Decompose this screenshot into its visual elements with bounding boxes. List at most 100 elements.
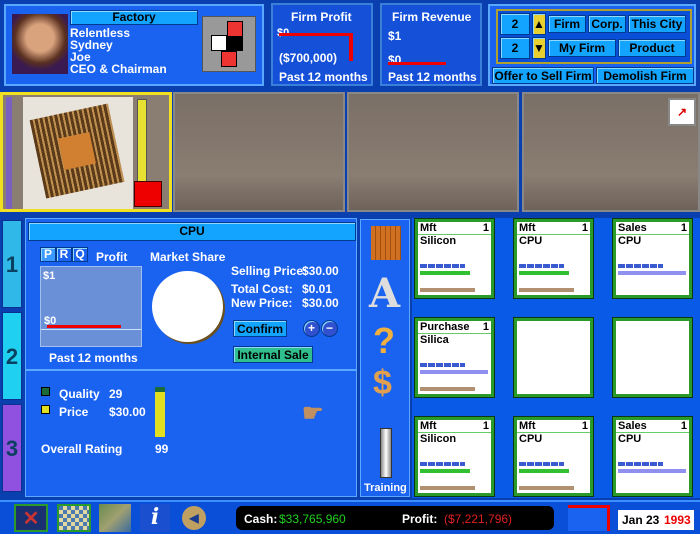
date-display[interactable]: Jan 23 1993: [618, 510, 694, 530]
hand-pointer-icon: ☛: [302, 400, 324, 427]
unit-product: CPU: [519, 235, 543, 247]
dollar-icon[interactable]: $: [373, 364, 392, 403]
unit-level: 1: [482, 222, 489, 234]
firm-revenue-panel[interactable]: Firm Revenue $1 $0 Past 12 months: [380, 3, 482, 86]
unit-stock-bar: [420, 462, 465, 466]
profit-chart-title: Profit: [96, 250, 128, 264]
firm-profit-period: Past 12 months: [279, 70, 368, 84]
unit-cell[interactable]: Mft 1 Silicon: [414, 218, 495, 299]
info-icon[interactable]: i: [140, 504, 170, 532]
manager-portrait[interactable]: [12, 14, 68, 74]
profit-chart: $1 $0: [40, 266, 142, 347]
cash-value: $33,765,960: [279, 512, 346, 526]
unit-cell[interactable]: Purchase 1 Silica: [414, 317, 495, 398]
firm-info-panel: Factory Relentless Sydney Joe CEO & Chai…: [4, 4, 264, 86]
help-icon[interactable]: ?: [373, 320, 395, 362]
corp-button[interactable]: Corp.: [588, 15, 626, 33]
slot-level-bar: [137, 99, 147, 185]
increase-price-button[interactable]: +: [303, 320, 320, 337]
r-button[interactable]: R: [56, 247, 72, 262]
firm-profit-line: [279, 33, 349, 36]
building-type-label: Factory: [70, 10, 198, 25]
advertising-icon[interactable]: A: [369, 270, 400, 317]
unit-cell[interactable]: [513, 317, 594, 398]
unit-product: CPU: [519, 433, 543, 445]
unit-cell[interactable]: Sales 1 CPU: [612, 218, 693, 299]
product-button[interactable]: Product: [618, 39, 686, 57]
quality-label: Quality: [59, 387, 100, 401]
unit-cell[interactable]: Mft 1 CPU: [513, 416, 594, 497]
unit-level: 1: [482, 321, 489, 333]
building-slot-2[interactable]: [173, 92, 345, 212]
map-icon[interactable]: [99, 504, 131, 532]
unit-type: Purchase: [420, 321, 470, 333]
building-slot-1[interactable]: [0, 92, 172, 212]
layout-icon[interactable]: [57, 504, 91, 532]
overall-rating-value: 99: [155, 442, 169, 456]
market-share-pie: [152, 271, 223, 342]
unit-cell[interactable]: Sales 1 CPU: [612, 416, 693, 497]
firm-revenue-line: [388, 62, 446, 65]
unit-product: Silicon: [420, 433, 457, 445]
unit-product: CPU: [618, 235, 642, 247]
books-icon[interactable]: [371, 226, 401, 260]
unit-level: 1: [680, 222, 687, 234]
unit-cost-bar: [519, 288, 574, 292]
firm-profit-panel[interactable]: Firm Profit $0 ($700,000) Past 12 months: [271, 3, 373, 86]
back-icon[interactable]: ◀: [182, 506, 206, 530]
count-1: 2: [500, 13, 530, 35]
product-panel: CPU P R Q Profit $1 $0 Past 12 months Ma…: [25, 218, 357, 497]
q-button[interactable]: Q: [72, 247, 88, 262]
unit-type: Sales: [618, 420, 647, 432]
build-tools-icon[interactable]: ✕: [14, 504, 48, 532]
firm-profit-bottom: ($700,000): [279, 51, 338, 65]
internal-sale-button[interactable]: Internal Sale: [233, 346, 313, 363]
prq-buttons: P R Q: [40, 247, 88, 262]
firm-profit-drop: [349, 33, 353, 61]
my-firm-button[interactable]: My Firm: [548, 39, 616, 57]
year-value: 1993: [664, 513, 691, 527]
unit-activity-bar: [519, 469, 569, 473]
firm-revenue-period: Past 12 months: [388, 70, 477, 84]
tab-1[interactable]: 1: [2, 220, 22, 308]
training-label: Training: [364, 482, 407, 494]
arrow-down-button[interactable]: ▼: [532, 37, 546, 59]
demolish-button[interactable]: Demolish Firm: [596, 67, 694, 84]
mini-profit-chart[interactable]: [568, 505, 610, 531]
price-value: $30.00: [109, 405, 146, 419]
unit-cost-bar: [420, 288, 475, 292]
unit-cell[interactable]: Mft 1 CPU: [513, 218, 594, 299]
tab-2[interactable]: 2: [2, 312, 22, 400]
product-title: CPU: [28, 222, 356, 241]
tab-3[interactable]: 3: [2, 404, 22, 492]
selling-price-label: Selling Price:: [231, 264, 308, 278]
confirm-button[interactable]: Confirm: [233, 320, 287, 337]
unit-cell[interactable]: Mft 1 Silicon: [414, 416, 495, 497]
chart-icon[interactable]: ↗: [668, 98, 696, 126]
overall-rating-label: Overall Rating: [41, 442, 123, 456]
unit-product: Silicon: [420, 235, 457, 247]
total-cost: $0.01: [302, 282, 333, 296]
profit-chart-period: Past 12 months: [49, 351, 138, 365]
unit-cell[interactable]: [612, 317, 693, 398]
unit-activity-bar: [420, 271, 470, 275]
building-slot-3[interactable]: [347, 92, 519, 212]
selector-panel: 2 ▲ Firm Corp. This City 2 ▼ My Firm Pro…: [488, 4, 696, 86]
unit-cost-bar: [420, 387, 475, 391]
firm-button[interactable]: Firm: [548, 15, 586, 33]
price-label: Price: [59, 405, 89, 419]
arrow-up-button[interactable]: ▲: [532, 13, 546, 35]
market-share-label: Market Share: [150, 250, 226, 264]
decrease-price-button[interactable]: −: [321, 320, 338, 337]
unit-activity-bar: [618, 469, 686, 473]
unit-type: Mft: [519, 420, 536, 432]
training-slider[interactable]: [380, 428, 392, 478]
unit-stock-bar: [420, 264, 465, 268]
building-slot-4[interactable]: ↗: [522, 92, 700, 212]
offer-to-sell-button[interactable]: Offer to Sell Firm: [492, 67, 594, 84]
p-button[interactable]: P: [40, 247, 56, 262]
unit-type: Mft: [420, 222, 437, 234]
unit-level: 1: [680, 420, 687, 432]
unit-cost-bar: [420, 486, 475, 490]
this-city-button[interactable]: This City: [628, 15, 686, 33]
